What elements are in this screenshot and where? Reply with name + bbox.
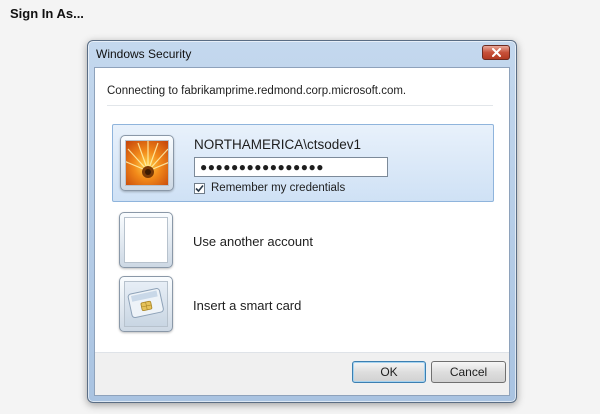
dialog-footer: OK Cancel	[95, 352, 509, 395]
dialog-title: Windows Security	[96, 47, 192, 61]
windows-security-dialog: Windows Security Connecting to fabrikamp…	[87, 40, 517, 403]
connecting-text: Connecting to fabrikamprime.redmond.corp…	[107, 85, 407, 97]
username-label: NORTHAMERICA\ctsodev1	[194, 137, 362, 152]
blank-user-icon	[124, 217, 168, 263]
page-title: Sign In As...	[10, 6, 84, 21]
smart-card-icon	[124, 281, 168, 327]
password-field[interactable]: ●●●●●●●●●●●●●●●●	[194, 157, 388, 177]
credential-tile-selected[interactable]: NORTHAMERICA\ctsodev1 ●●●●●●●●●●●●●●●● R…	[112, 124, 494, 202]
close-icon	[491, 48, 501, 57]
ok-button[interactable]: OK	[352, 361, 426, 383]
separator	[107, 105, 493, 106]
cancel-button[interactable]: Cancel	[431, 361, 506, 383]
tile-label-smart-card: Insert a smart card	[193, 298, 302, 313]
tile-label-another-account: Use another account	[193, 234, 313, 249]
flower-user-icon	[125, 140, 169, 186]
checkmark-icon	[195, 184, 204, 192]
remember-credentials[interactable]: Remember my credentials	[194, 182, 345, 194]
smart-card-frame	[119, 276, 173, 332]
tile-smart-card[interactable]: Insert a smart card	[112, 276, 494, 354]
dialog-client-area: Connecting to fabrikamprime.redmond.corp…	[94, 67, 510, 396]
remember-checkbox[interactable]	[194, 182, 205, 194]
remember-label: Remember my credentials	[211, 182, 346, 194]
user-picture-frame	[120, 135, 174, 191]
close-button[interactable]	[482, 45, 510, 60]
account-picture-frame	[119, 212, 173, 268]
dialog-title-bar[interactable]: Windows Security	[88, 41, 516, 67]
